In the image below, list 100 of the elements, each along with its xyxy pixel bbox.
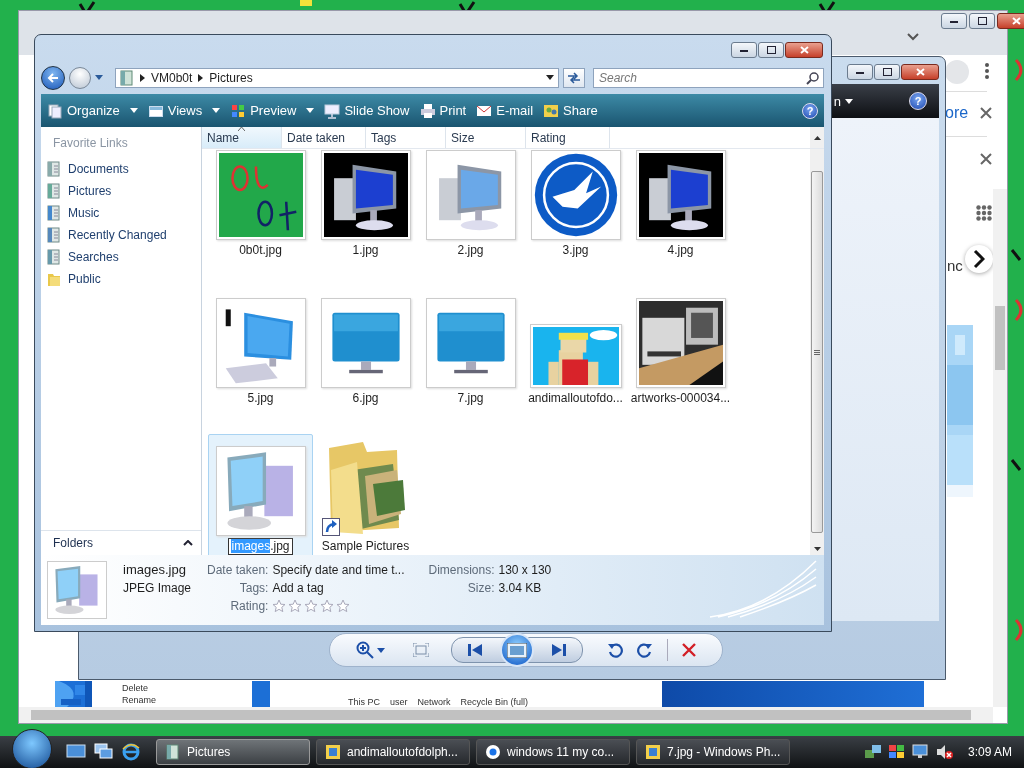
chevron-down-icon bbox=[907, 33, 919, 41]
star-icon bbox=[304, 599, 319, 614]
field-value[interactable]: Specify date and time t... bbox=[272, 563, 405, 578]
menu-button[interactable]: n bbox=[833, 93, 853, 109]
chevron-right-icon bbox=[140, 73, 145, 82]
folder-icon bbox=[47, 271, 61, 288]
minimize-button[interactable] bbox=[941, 13, 967, 29]
pages-icon bbox=[47, 102, 63, 119]
close-button[interactable] bbox=[997, 13, 1024, 29]
maximize-icon bbox=[766, 46, 776, 54]
taskbar-button[interactable]: andimalloutofdolph... bbox=[316, 739, 470, 765]
favorite-link[interactable]: Public bbox=[41, 268, 201, 291]
shortcut-icon bbox=[322, 518, 340, 537]
star-icon bbox=[320, 599, 335, 614]
scroll-up-icon bbox=[813, 135, 821, 140]
avatar-icon[interactable] bbox=[945, 60, 969, 84]
link[interactable]: ore bbox=[945, 104, 969, 122]
minimize-button[interactable] bbox=[731, 42, 757, 58]
field-label: Size: bbox=[466, 581, 495, 596]
toolbar-button[interactable]: Slide Show bbox=[324, 102, 410, 119]
scroll-thumb[interactable] bbox=[811, 171, 823, 534]
maximize-button[interactable] bbox=[969, 13, 995, 29]
minimize-icon bbox=[950, 19, 958, 23]
toolbar-button[interactable]: E-mail bbox=[476, 102, 534, 119]
caret-icon bbox=[845, 98, 853, 104]
taskbar-button[interactable]: Pictures bbox=[156, 739, 310, 765]
breadcrumb[interactable]: VM0b0t bbox=[151, 70, 193, 85]
field-value[interactable]: Add a tag bbox=[272, 581, 405, 596]
scrollbar[interactable] bbox=[993, 189, 1007, 707]
favorite-link[interactable]: Recently Changed bbox=[41, 224, 201, 247]
favorite-link[interactable]: Pictures bbox=[41, 180, 201, 203]
breadcrumb[interactable]: Pictures bbox=[209, 70, 253, 85]
desktop-icon-label: This PC bbox=[348, 697, 380, 707]
menu-item[interactable]: Delete bbox=[122, 683, 242, 693]
scroll-thumb[interactable] bbox=[31, 710, 971, 720]
close-icon bbox=[915, 68, 925, 76]
rename-field[interactable]: images.jpg bbox=[228, 538, 293, 556]
arrow-left-icon bbox=[47, 72, 59, 83]
minimize-button[interactable] bbox=[847, 64, 873, 80]
close-button[interactable] bbox=[901, 64, 939, 80]
back-button[interactable] bbox=[41, 65, 65, 90]
caret-icon bbox=[377, 647, 385, 653]
scrollbar[interactable] bbox=[810, 149, 824, 556]
taskbar-button[interactable]: windows 11 my co... bbox=[476, 739, 630, 765]
favorite-link[interactable]: Music bbox=[41, 202, 201, 225]
next-button[interactable] bbox=[965, 245, 993, 273]
star-icon bbox=[272, 599, 287, 614]
scrollbar[interactable] bbox=[19, 707, 993, 723]
menu-item[interactable]: Rename bbox=[122, 695, 242, 705]
desktop-icon-label: Recycle Bin (full) bbox=[460, 697, 529, 707]
file-name: artworks-000034... bbox=[630, 390, 731, 408]
toolbar-button[interactable]: Share bbox=[543, 102, 598, 119]
toolbar-button[interactable]: Views bbox=[147, 102, 221, 119]
refresh-button[interactable] bbox=[563, 67, 585, 88]
field-label: Tags: bbox=[238, 581, 269, 596]
toolbar-button[interactable]: Print bbox=[419, 102, 467, 119]
refresh-icon bbox=[567, 71, 581, 84]
screen-icon bbox=[324, 102, 341, 119]
rotate-right-icon bbox=[637, 642, 653, 658]
favorite-link[interactable]: Searches bbox=[41, 246, 201, 269]
maximize-button[interactable] bbox=[758, 42, 784, 58]
file-name: 1.jpg bbox=[352, 242, 379, 260]
delete-icon bbox=[682, 643, 696, 657]
close-button[interactable] bbox=[785, 42, 823, 58]
delete-button[interactable] bbox=[682, 643, 696, 657]
rotate-left-icon bbox=[607, 642, 623, 658]
field-label: Rating: bbox=[229, 599, 269, 614]
photo-viewer-icon bbox=[325, 744, 341, 760]
toolbar-button[interactable]: Preview bbox=[230, 102, 315, 119]
rotate-left-button[interactable] bbox=[607, 642, 623, 658]
rotate-right-button[interactable] bbox=[637, 642, 653, 658]
speaker-muted-icon bbox=[935, 744, 954, 760]
file-name: 4.jpg bbox=[667, 242, 694, 260]
maximize-button[interactable] bbox=[874, 64, 900, 80]
file-item[interactable]: Sample Pictures bbox=[313, 434, 418, 556]
flag-icon bbox=[887, 744, 906, 760]
column-header[interactable]: Name bbox=[202, 127, 282, 149]
slideshow-button[interactable] bbox=[500, 633, 534, 667]
document-icon bbox=[47, 183, 61, 200]
file-name: Sample Pictures bbox=[321, 538, 410, 556]
maximize-icon bbox=[977, 17, 987, 25]
desktop-icon bbox=[66, 743, 86, 759]
start-button[interactable] bbox=[12, 729, 52, 768]
file-name: 0b0t.jpg bbox=[239, 242, 282, 260]
file-name: 6.jpg bbox=[352, 390, 379, 408]
section-title: Favorite Links bbox=[52, 135, 129, 153]
taskbar-button[interactable]: 7.jpg - Windows Ph... bbox=[636, 739, 790, 765]
caret-icon bbox=[95, 75, 103, 81]
chevron-right-icon bbox=[973, 249, 985, 269]
scroll-thumb[interactable] bbox=[995, 306, 1005, 370]
search-field[interactable]: Search bbox=[593, 67, 824, 88]
zoom-button[interactable] bbox=[356, 641, 385, 659]
file-item[interactable]: andimalloutofdo... bbox=[523, 286, 628, 435]
address-bar[interactable]: VM0b0t Pictures bbox=[115, 67, 559, 88]
browser-icon bbox=[485, 744, 501, 760]
toolbar-button[interactable]: Organize bbox=[47, 102, 138, 119]
file-item[interactable]: images.jpg bbox=[208, 434, 313, 556]
file-type: JPEG Image bbox=[123, 581, 192, 596]
favorite-link[interactable]: Documents bbox=[41, 158, 201, 181]
caret-icon bbox=[129, 108, 138, 114]
